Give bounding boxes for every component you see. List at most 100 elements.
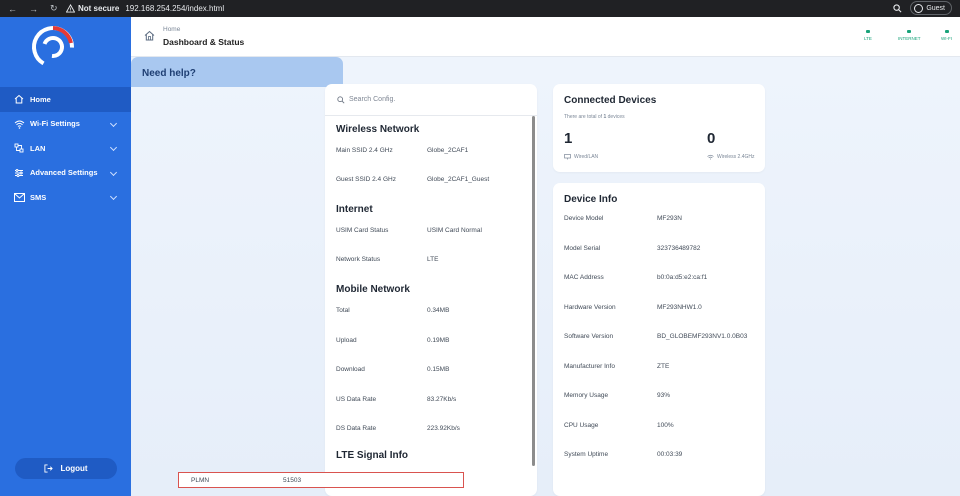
row-value: MF293N xyxy=(657,215,682,222)
sidebar-item-label: Advanced Settings xyxy=(30,168,98,178)
sidebar-item-lan[interactable]: LAN xyxy=(0,136,131,161)
row-label: PLMN xyxy=(191,476,210,484)
help-title: Need help? xyxy=(142,68,196,79)
search-icon xyxy=(337,95,345,104)
card-title: Connected Devices xyxy=(564,95,657,106)
sidebar-item-wifi-settings[interactable]: Wi-Fi Settings xyxy=(0,112,131,137)
back-icon[interactable]: ← xyxy=(8,4,17,14)
info-row: Manufacturer Info ZTE xyxy=(564,363,669,370)
chevron-down-icon xyxy=(109,143,118,152)
sidebar-menu: Home Wi-Fi Settings LAN Advanced Setting… xyxy=(0,87,131,210)
plmn-row-highlighted: PLMN 51503 xyxy=(178,472,464,488)
indicator-label: WI-FI xyxy=(941,36,952,41)
home-icon[interactable] xyxy=(144,30,155,41)
info-row: MAC Address b0:0a:d5:e2:ca:f1 xyxy=(564,274,707,281)
row-label: Network Status xyxy=(336,256,381,263)
config-card: Search Config. Wireless Network Main SSI… xyxy=(325,84,537,496)
section-title-lte: LTE Signal Info xyxy=(336,449,409,461)
page-title: Dashboard & Status xyxy=(163,37,245,47)
wireless-label-text: Wireless 2.4GHz xyxy=(717,154,755,160)
lan-icon xyxy=(564,154,571,160)
row-label: Memory Usage xyxy=(564,392,609,399)
wireless-label: Wireless 2.4GHz xyxy=(707,154,755,160)
logout-label: Logout xyxy=(60,464,88,473)
browser-right-controls: Guest xyxy=(893,1,952,15)
row-value: 223.92Kb/s xyxy=(427,425,460,433)
sidebar: Home Wi-Fi Settings LAN Advanced Setting… xyxy=(0,17,131,496)
page-header: Home Dashboard & Status LTE INTERNET WI-… xyxy=(131,17,960,57)
globe-icon xyxy=(907,30,912,33)
device-info-card: Device Info Device Model MF293N Model Ser… xyxy=(553,183,765,496)
wifi-icon xyxy=(707,154,714,160)
config-row: Total 0.34MB xyxy=(325,296,537,326)
note-count: 1 xyxy=(603,114,607,120)
reload-icon[interactable]: ↻ xyxy=(50,3,58,14)
info-row: Device Model MF293N xyxy=(564,215,682,222)
config-row: Network Status LTE xyxy=(325,245,537,274)
device-count-note: There are total of 1 devices xyxy=(564,114,625,120)
wireless-count: 0 xyxy=(707,130,716,147)
info-row: Model Serial 323736489782 xyxy=(564,245,700,252)
row-label: MAC Address xyxy=(564,274,604,281)
row-value: 83.27Kb/s xyxy=(427,395,457,403)
sidebar-item-advanced-settings[interactable]: Advanced Settings xyxy=(0,161,131,186)
address-bar[interactable]: 192.168.254.254/index.html xyxy=(125,4,224,13)
wired-count: 1 xyxy=(564,130,573,147)
config-row: USIM Card Status USIM Card Normal xyxy=(325,216,537,245)
security-text: Not secure xyxy=(78,4,120,13)
security-badge[interactable]: Not secure xyxy=(66,4,119,13)
row-value: MF293NHW1.0 xyxy=(657,303,702,311)
wired-label: Wired/LAN xyxy=(564,154,598,160)
scrollbar[interactable] xyxy=(532,116,535,466)
row-value: 100% xyxy=(657,421,674,429)
sidebar-item-label: LAN xyxy=(30,143,46,153)
signal-icon xyxy=(865,30,870,33)
row-label: USIM Card Status xyxy=(336,227,389,234)
sidebar-item-label: Wi-Fi Settings xyxy=(30,119,80,129)
avatar-icon xyxy=(914,3,924,13)
row-label: Software Version xyxy=(564,333,614,340)
row-value: 51503 xyxy=(283,476,302,484)
search-bar[interactable]: Search Config. xyxy=(325,84,537,116)
help-card[interactable]: Need help? xyxy=(131,57,343,87)
brand-logo xyxy=(31,25,74,68)
indicator-label: INTERNET xyxy=(898,36,921,41)
config-row: Download 0.15MB xyxy=(325,355,537,385)
sidebar-item-sms[interactable]: SMS xyxy=(0,185,131,210)
mail-icon xyxy=(13,191,25,203)
row-value: LTE xyxy=(427,256,439,263)
row-value: 0.34MB xyxy=(427,307,450,315)
row-label: DS Data Rate xyxy=(336,425,377,433)
profile-label: Guest xyxy=(926,4,945,12)
logout-button[interactable]: Logout xyxy=(15,458,117,479)
lte-status-indicator: LTE xyxy=(864,30,872,41)
browser-nav: ← → ↻ xyxy=(0,3,66,14)
chevron-down-icon xyxy=(109,192,118,201)
config-row: Guest SSID 2.4 GHz Globe_2CAF1_Guest xyxy=(325,165,537,194)
logout-icon xyxy=(44,464,54,473)
row-label: Guest SSID 2.4 GHz xyxy=(336,176,396,183)
row-label: Device Model xyxy=(564,215,604,222)
sidebar-item-label: Home xyxy=(30,94,51,104)
wired-label-text: Wired/LAN xyxy=(574,154,599,160)
info-row: Software Version BD_GLOBEMF293NV1.0.0B03 xyxy=(564,333,747,340)
sidebar-item-home[interactable]: Home xyxy=(0,87,131,112)
section-title-wireless: Wireless Network xyxy=(336,124,420,135)
config-row: US Data Rate 83.27Kb/s xyxy=(325,385,537,415)
row-label: Main SSID 2.4 GHz xyxy=(336,147,393,154)
section-title-internet: Internet xyxy=(336,204,373,215)
search-input[interactable]: Search Config. xyxy=(349,96,395,103)
row-value: Globe_2CAF1 xyxy=(427,147,469,154)
zoom-icon[interactable] xyxy=(893,3,902,13)
warning-icon xyxy=(66,4,75,13)
profile-button[interactable]: Guest xyxy=(910,1,952,15)
main-content: Search Config. Wireless Network Main SSI… xyxy=(131,57,960,496)
breadcrumb[interactable]: Home xyxy=(163,26,180,33)
home-icon xyxy=(13,93,25,105)
row-label: US Data Rate xyxy=(336,395,377,403)
browser-toolbar: ← → ↻ Not secure 192.168.254.254/index.h… xyxy=(0,0,960,17)
forward-icon[interactable]: → xyxy=(29,4,38,14)
chevron-down-icon xyxy=(109,168,118,176)
wifi-icon xyxy=(13,118,25,130)
row-value: 00:03:39 xyxy=(657,451,683,458)
